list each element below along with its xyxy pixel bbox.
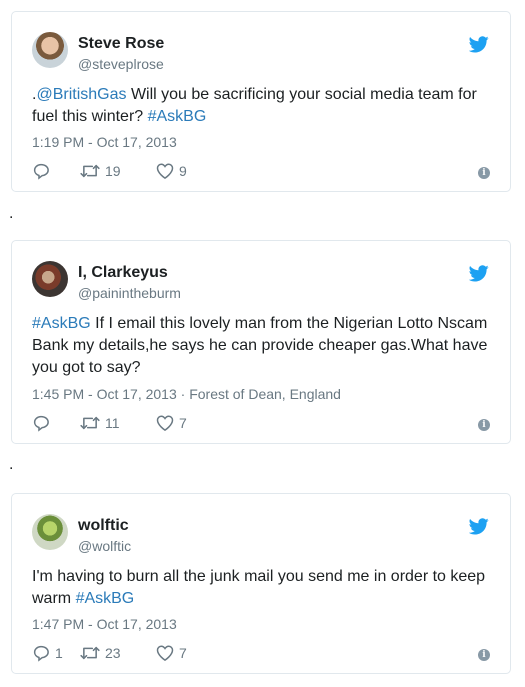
tweet-text: I'm having to burn all the junk mail you…	[32, 566, 494, 610]
info-icon[interactable]: i	[478, 167, 490, 179]
author-name[interactable]: Steve Rose	[78, 34, 164, 54]
retweet-button[interactable]: 23	[80, 643, 140, 663]
twitter-bird-icon[interactable]	[469, 265, 489, 282]
retweet-icon	[80, 646, 100, 660]
reply-count: 1	[55, 645, 63, 661]
separator-dot: .	[9, 456, 14, 473]
heart-icon	[156, 163, 174, 180]
reply-button[interactable]: 1	[32, 643, 64, 663]
like-button[interactable]: 9	[156, 161, 196, 181]
author-handle[interactable]: @painintheburm	[78, 284, 181, 302]
info-icon[interactable]: i	[478, 419, 490, 431]
hashtag-link[interactable]: #AskBG	[148, 108, 207, 125]
separator-dot: .	[9, 205, 14, 222]
tweet-body: If I email this lovely man from the Nige…	[32, 315, 488, 376]
timestamp-line: 1:45 PM - Oct 17, 2013 · Forest of Dean,…	[32, 386, 341, 402]
action-bar: 19 9	[32, 161, 212, 181]
mention-link[interactable]: @BritishGas	[36, 86, 126, 103]
tweet-text: .@BritishGas Will you be sacrificing you…	[32, 84, 494, 128]
like-button[interactable]: 7	[156, 413, 196, 433]
reply-icon	[33, 645, 49, 662]
timestamp[interactable]: 1:45 PM - Oct 17, 2013	[32, 386, 177, 402]
tweet-text: #AskBG If I email this lovely man from t…	[32, 313, 494, 379]
retweet-count: 23	[105, 645, 121, 661]
heart-icon	[156, 645, 174, 662]
retweet-count: 19	[105, 163, 121, 179]
retweet-count: 11	[105, 415, 120, 431]
action-bar: 11 7	[32, 413, 212, 433]
retweet-button[interactable]: 19	[80, 161, 140, 181]
tweet-card-wolftic[interactable]: wolftic @wolftic I'm having to burn all …	[11, 493, 511, 674]
avatar[interactable]	[32, 261, 68, 297]
author-name[interactable]: I, Clarkeyus	[78, 263, 168, 283]
retweet-button[interactable]: 11	[80, 413, 140, 433]
retweet-icon	[80, 416, 100, 430]
reply-button[interactable]	[32, 161, 64, 181]
heart-icon	[156, 415, 174, 432]
reply-icon	[33, 415, 49, 432]
author-handle[interactable]: @steveplrose	[78, 55, 164, 73]
twitter-bird-icon[interactable]	[469, 36, 489, 53]
author-name[interactable]: wolftic	[78, 516, 129, 536]
action-bar: 1 23 7	[32, 643, 212, 663]
retweet-icon	[80, 164, 100, 178]
like-count: 7	[179, 415, 187, 431]
location[interactable]: Forest of Dean, England	[189, 386, 341, 402]
reply-button[interactable]	[32, 413, 64, 433]
author-handle[interactable]: @wolftic	[78, 537, 131, 555]
timestamp[interactable]: 1:47 PM - Oct 17, 2013	[32, 615, 177, 633]
avatar[interactable]	[32, 32, 68, 68]
twitter-bird-icon[interactable]	[469, 518, 489, 535]
avatar[interactable]	[32, 514, 68, 550]
like-count: 9	[179, 163, 187, 179]
like-button[interactable]: 7	[156, 643, 196, 663]
hashtag-link[interactable]: #AskBG	[32, 315, 91, 332]
info-icon[interactable]: i	[478, 649, 490, 661]
reply-icon	[33, 163, 49, 180]
hashtag-link[interactable]: #AskBG	[76, 590, 135, 607]
timestamp[interactable]: 1:19 PM - Oct 17, 2013	[32, 133, 177, 151]
like-count: 7	[179, 645, 187, 661]
tweet-card-steve-rose[interactable]: Steve Rose @steveplrose .@BritishGas Wil…	[11, 11, 511, 192]
tweet-card-clarkeyus[interactable]: I, Clarkeyus @painintheburm #AskBG If I …	[11, 240, 511, 444]
